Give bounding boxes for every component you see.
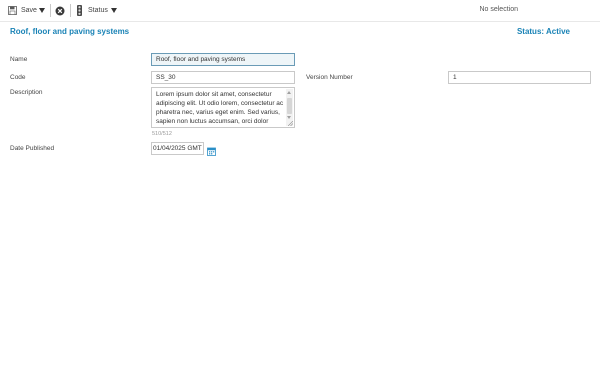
date-published-field[interactable] [151, 142, 204, 155]
traffic-light-icon [76, 5, 83, 16]
name-field[interactable] [151, 53, 295, 66]
status-label: Status [88, 7, 108, 14]
scroll-up-arrow-icon[interactable] [287, 91, 291, 94]
description-text: Lorem ipsum dolor sit amet, consectetur … [156, 91, 284, 125]
calendar-icon[interactable] [207, 143, 216, 156]
selection-indicator: No selection [479, 6, 518, 13]
cancel-button[interactable] [55, 3, 65, 18]
status-options-dropdown[interactable] [111, 3, 117, 18]
save-button[interactable]: Save [8, 3, 37, 18]
caret-down-icon [39, 8, 45, 13]
version-number-label: Version Number [306, 74, 353, 81]
name-label: Name [10, 56, 28, 63]
record-title: Roof, floor and paving systems [10, 27, 130, 36]
save-options-dropdown[interactable] [39, 3, 45, 18]
description-field[interactable]: Lorem ipsum dolor sit amet, consectetur … [151, 87, 295, 128]
resize-grip-icon[interactable] [288, 121, 293, 126]
toolbar-divider [70, 4, 71, 17]
caret-down-icon [111, 8, 117, 13]
scroll-thumb[interactable] [287, 98, 292, 114]
record-status: Status: Active [516, 27, 570, 36]
description-label: Description [10, 89, 43, 96]
date-published-label: Date Published [10, 145, 55, 152]
code-label: Code [10, 74, 26, 81]
status-button[interactable]: Status [76, 3, 108, 18]
toolbar-divider [50, 4, 51, 17]
command-bar: Save Status No selection [0, 0, 600, 22]
code-field[interactable] [151, 71, 295, 84]
scroll-down-arrow-icon[interactable] [287, 116, 291, 119]
version-number-field[interactable] [448, 71, 591, 84]
close-circle-icon [55, 6, 65, 16]
save-icon [8, 6, 17, 15]
save-label: Save [21, 7, 37, 14]
description-char-counter: 510/512 [152, 131, 172, 137]
